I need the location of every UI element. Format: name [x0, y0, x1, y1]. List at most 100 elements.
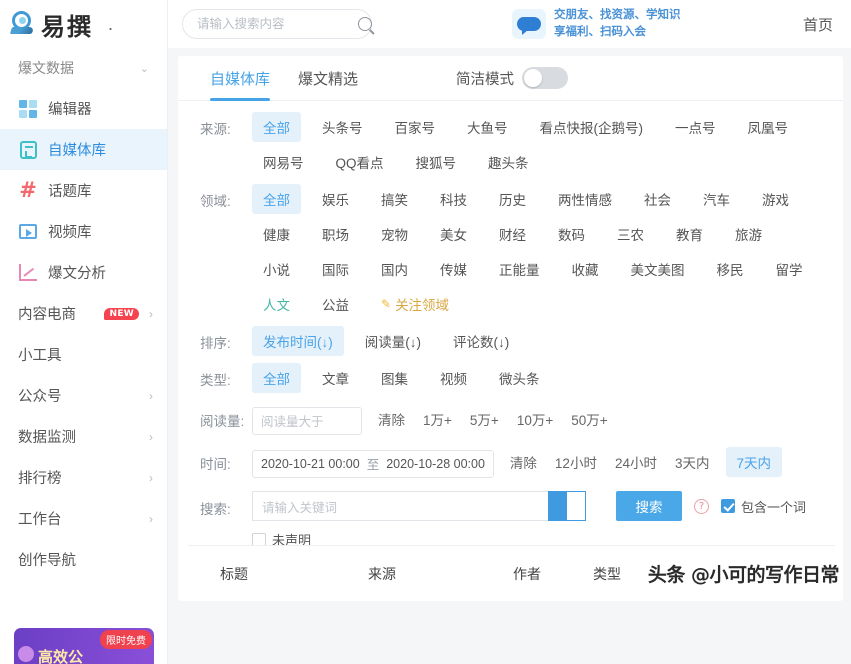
- source-option[interactable]: 网易号: [252, 147, 315, 177]
- source-option[interactable]: 头条号: [311, 112, 374, 142]
- date-end[interactable]: 2020-10-28 00:00: [386, 457, 485, 471]
- tab-zimeitiku[interactable]: 自媒体库: [210, 56, 271, 101]
- global-search[interactable]: [182, 9, 372, 39]
- domain-option[interactable]: 健康: [252, 219, 301, 249]
- time-quick-option[interactable]: 3天内: [673, 447, 712, 477]
- sidebar-item-baowenfenxi[interactable]: 爆文分析: [0, 252, 167, 293]
- domain-option[interactable]: 历史: [488, 184, 537, 214]
- domain-option[interactable]: 收藏: [561, 254, 610, 284]
- search-input[interactable]: [197, 17, 358, 31]
- include-one-word-checkbox[interactable]: [721, 499, 735, 513]
- domain-option[interactable]: 公益: [311, 289, 360, 319]
- reads-quick-option[interactable]: 50万+: [569, 404, 609, 434]
- sidebar-item-zimeitiku[interactable]: 自媒体库: [0, 129, 167, 170]
- domain-option[interactable]: 搞笑: [370, 184, 419, 214]
- domain-option[interactable]: 财经: [488, 219, 537, 249]
- column-header-type[interactable]: 类型: [593, 564, 621, 584]
- domain-option[interactable]: 科技: [429, 184, 478, 214]
- type-option[interactable]: 视频: [429, 363, 478, 393]
- domain-option[interactable]: 宠物: [370, 219, 419, 249]
- sidebar-item-huatiku[interactable]: # 话题库: [0, 170, 167, 211]
- sort-option[interactable]: 评论数(↓): [442, 326, 520, 356]
- match-mode-toggle[interactable]: [548, 491, 586, 521]
- reads-quick-option[interactable]: 10万+: [515, 404, 555, 434]
- domain-option[interactable]: 国内: [370, 254, 419, 284]
- time-quick-option[interactable]: 7天内: [725, 447, 783, 477]
- search-icon[interactable]: [358, 17, 372, 31]
- top-ad-banner[interactable]: ··· 交朋友、找资源、学知识 享福利、扫码入会: [512, 7, 681, 40]
- time-quick-option[interactable]: 12小时: [553, 447, 599, 477]
- date-start[interactable]: 2020-10-21 00:00: [261, 457, 360, 471]
- source-option[interactable]: 搜狐号: [405, 147, 468, 177]
- domain-option[interactable]: 留学: [765, 254, 814, 284]
- domain-option[interactable]: 传媒: [429, 254, 478, 284]
- type-option[interactable]: 微头条: [488, 363, 551, 393]
- source-option[interactable]: 大鱼号: [456, 112, 519, 142]
- home-link[interactable]: 首页: [803, 14, 837, 35]
- sidebar-item-shipinku[interactable]: 视频库: [0, 211, 167, 252]
- search-button[interactable]: 搜索: [616, 491, 682, 521]
- source-option[interactable]: 百家号: [384, 112, 447, 142]
- domain-option[interactable]: 社会: [633, 184, 682, 214]
- sort-option[interactable]: 发布时间(↓): [252, 326, 344, 356]
- type-option[interactable]: 全部: [252, 363, 301, 393]
- domain-option[interactable]: 美女: [429, 219, 478, 249]
- domain-option[interactable]: 两性情感: [547, 184, 623, 214]
- sidebar-item-xiaogongju[interactable]: 小工具: [0, 334, 167, 375]
- sidebar-item-gongzuotai[interactable]: 工作台 ›: [0, 498, 167, 539]
- domain-option[interactable]: 人文: [252, 289, 301, 319]
- date-range-picker[interactable]: 2020-10-21 00:00 至 2020-10-28 00:00: [252, 449, 494, 478]
- simple-mode-toggle[interactable]: [522, 67, 569, 89]
- domain-option[interactable]: 国际: [311, 254, 360, 284]
- sidebar-item-label: 排行榜: [18, 471, 62, 487]
- domain-option[interactable]: 游戏: [751, 184, 800, 214]
- include-one-word-option[interactable]: 包含一个词: [721, 497, 806, 516]
- domain-option[interactable]: 职场: [311, 219, 360, 249]
- domain-option[interactable]: 汽车: [692, 184, 741, 214]
- domain-option[interactable]: 三农: [606, 219, 655, 249]
- tab-baowenjingxuan[interactable]: 爆文精选: [298, 56, 358, 101]
- domain-option[interactable]: 娱乐: [311, 184, 360, 214]
- source-option[interactable]: 一点号: [664, 112, 727, 142]
- reads-quick-option[interactable]: 1万+: [421, 404, 454, 434]
- sidebar-group-baowen[interactable]: 爆文数据 ⌄: [0, 48, 167, 88]
- sidebar-item-gongzhonghao[interactable]: 公众号 ›: [0, 375, 167, 416]
- column-header-title[interactable]: 标题: [220, 564, 368, 584]
- follow-domain-option[interactable]: ✎ 关注领域: [370, 289, 460, 319]
- domain-option[interactable]: 旅游: [724, 219, 773, 249]
- source-option[interactable]: 趣头条: [477, 147, 540, 177]
- column-header-source[interactable]: 来源: [368, 564, 513, 584]
- reads-threshold-input[interactable]: 阅读量大于: [252, 406, 362, 435]
- sidebar-item-shujujiance[interactable]: 数据监测 ›: [0, 416, 167, 457]
- simple-mode-control[interactable]: 简洁模式: [456, 67, 569, 89]
- type-option[interactable]: 图集: [370, 363, 419, 393]
- source-option[interactable]: QQ看点: [325, 147, 395, 177]
- logo[interactable]: 易撰 .: [0, 0, 167, 48]
- source-option[interactable]: 凤凰号: [737, 112, 800, 142]
- sidebar-item-chuangzuodaohang[interactable]: 创作导航: [0, 539, 167, 580]
- question-icon[interactable]: ?: [694, 498, 709, 514]
- column-header-author[interactable]: 作者: [513, 564, 593, 584]
- reads-quick-option[interactable]: 5万+: [468, 404, 501, 434]
- source-option[interactable]: 看点快报(企鹅号): [529, 112, 655, 142]
- domain-option[interactable]: 教育: [665, 219, 714, 249]
- sidebar-item-label: 创作导航: [18, 553, 76, 569]
- sidebar-item-editor[interactable]: 编辑器: [0, 88, 167, 129]
- sidebar-item-neirongdianshang[interactable]: 内容电商 NEW ›: [0, 293, 167, 334]
- keyword-input[interactable]: 请输入关键词: [252, 491, 548, 521]
- domain-option[interactable]: 正能量: [488, 254, 551, 284]
- domain-option[interactable]: 移民: [706, 254, 755, 284]
- time-quick-option[interactable]: 24小时: [613, 447, 659, 477]
- domain-option[interactable]: 数码: [547, 219, 596, 249]
- reads-quick-option[interactable]: 清除: [376, 404, 407, 434]
- promo-banner[interactable]: 高效公 限时免费: [14, 628, 154, 664]
- sidebar-item-paihangbang[interactable]: 排行榜 ›: [0, 457, 167, 498]
- chevron-down-icon: ⌄: [139, 62, 149, 75]
- sort-option[interactable]: 阅读量(↓): [354, 326, 432, 356]
- domain-option[interactable]: 小说: [252, 254, 301, 284]
- source-option[interactable]: 全部: [252, 112, 301, 142]
- domain-option[interactable]: 全部: [252, 184, 301, 214]
- type-option[interactable]: 文章: [311, 363, 360, 393]
- domain-option[interactable]: 美文美图: [620, 254, 696, 284]
- time-quick-option[interactable]: 清除: [508, 447, 539, 477]
